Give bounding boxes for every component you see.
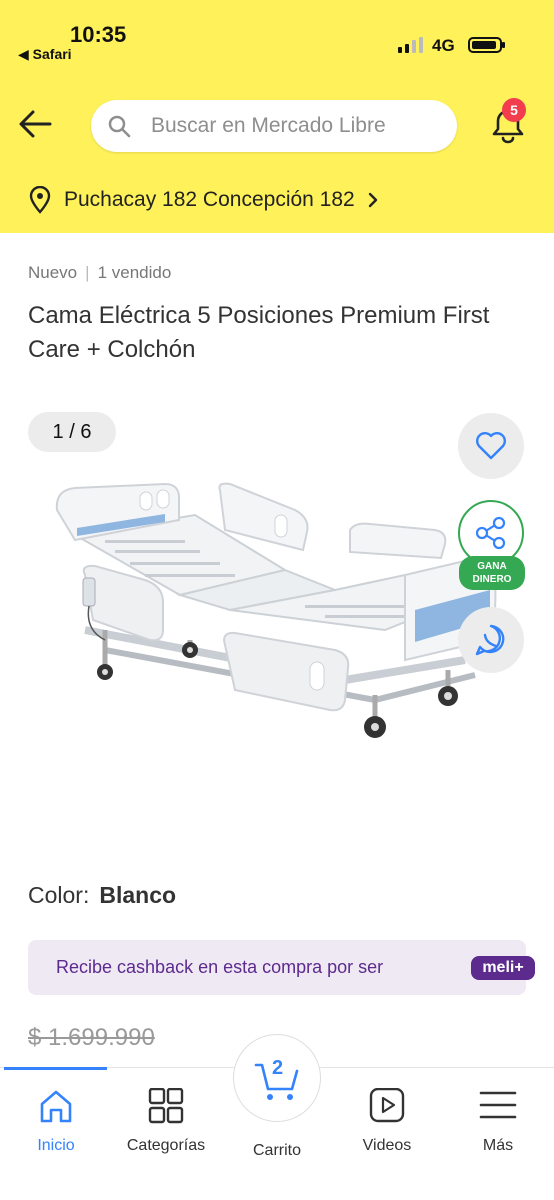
tab-inicio[interactable]: Inicio [1,1088,111,1155]
tab-label: Videos [362,1137,412,1154]
color-value: Blanco [99,882,177,908]
search-input[interactable]: Buscar en Mercado Libre [91,100,457,152]
search-placeholder: Buscar en Mercado Libre [151,114,386,137]
tab-carrito[interactable]: 2 [233,1034,321,1122]
menu-icon [479,1091,517,1119]
condition-label: Nuevo [28,263,78,282]
color-selector[interactable]: Color: Blanco [28,882,176,909]
product-title: Cama Eléctrica 5 Posiciones Premium Firs… [28,302,490,363]
battery-icon [468,37,505,53]
bottom-tab-bar: Inicio Categorías 2 Carrito Videos Más [0,1034,554,1200]
whatsapp-icon [475,624,505,656]
cashback-text: Recibe cashback en esta compra por ser [56,957,384,977]
cashback-banner[interactable]: Recibe cashback en esta compra por ser m… [28,940,535,995]
tab-label: Más [482,1137,514,1154]
back-to-safari-link[interactable]: ◀ Safari [18,46,72,63]
color-label: Color: [28,882,90,908]
home-icon [40,1090,72,1123]
tab-label: Inicio [37,1137,75,1154]
back-button[interactable] [16,106,56,142]
earn-money-badge: GANA DINERO [459,556,525,590]
product-image[interactable] [45,470,505,760]
arrow-left-icon [19,110,52,138]
share-button[interactable]: GANA DINERO [458,500,525,590]
product-meta: Nuevo | 1 vendido [28,263,172,282]
network-type: 4G [432,36,455,55]
tab-categorias[interactable]: Categorías [111,1087,221,1155]
status-bar: 10:35 ◀ Safari 4G [0,0,554,80]
chevron-right-icon [368,192,377,208]
address-text: Puchacay 182 Concepción 182 [64,188,355,211]
favorite-button[interactable] [458,413,524,479]
share-icon [475,516,506,550]
shipping-address[interactable]: Puchacay 182 Concepción 182 [28,186,379,214]
whatsapp-share-button[interactable] [458,607,524,673]
play-icon [369,1087,405,1123]
grid-icon [148,1087,184,1124]
sold-count: 1 vendido [97,263,172,282]
app-header: 10:35 ◀ Safari 4G Buscar en Mercado Libr… [0,0,554,233]
notifications-badge: 5 [502,98,526,122]
heart-icon [476,432,506,460]
tab-label-carrito: Carrito [252,1142,301,1159]
notifications-button[interactable]: 5 [486,98,530,146]
meli-plus-logo: meli+ [471,956,535,980]
signal-icon [398,37,423,53]
image-counter: 1 / 6 [28,412,116,452]
original-price: $ 1.699.990 [28,1024,155,1051]
search-icon [108,115,131,138]
location-pin-icon [29,186,51,214]
tab-mas[interactable]: Más [443,1088,553,1155]
tab-videos[interactable]: Videos [332,1087,442,1155]
tab-label: Categorías [126,1137,206,1154]
status-time: 10:35 [70,22,127,47]
active-tab-indicator [4,1067,107,1070]
cart-count: 2 [272,1057,284,1079]
